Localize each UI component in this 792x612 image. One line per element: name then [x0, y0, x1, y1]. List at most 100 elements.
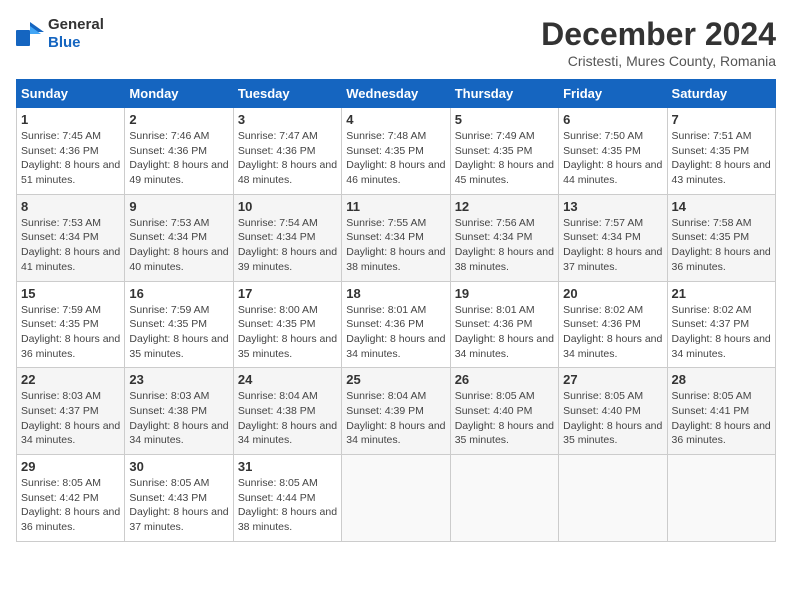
calendar-cell: 25 Sunrise: 8:04 AMSunset: 4:39 PMDaylig…: [342, 368, 450, 455]
calendar-cell: 22 Sunrise: 8:03 AMSunset: 4:37 PMDaylig…: [17, 368, 125, 455]
calendar-cell: 14 Sunrise: 7:58 AMSunset: 4:35 PMDaylig…: [667, 194, 775, 281]
calendar-cell: 28 Sunrise: 8:05 AMSunset: 4:41 PMDaylig…: [667, 368, 775, 455]
calendar-cell: 24 Sunrise: 8:04 AMSunset: 4:38 PMDaylig…: [233, 368, 341, 455]
calendar-cell: 1 Sunrise: 7:45 AMSunset: 4:36 PMDayligh…: [17, 108, 125, 195]
calendar-cell: 9 Sunrise: 7:53 AMSunset: 4:34 PMDayligh…: [125, 194, 233, 281]
col-friday: Friday: [559, 80, 667, 108]
cell-info: Sunrise: 7:53 AMSunset: 4:34 PMDaylight:…: [21, 216, 120, 275]
cell-info: Sunrise: 8:01 AMSunset: 4:36 PMDaylight:…: [346, 303, 445, 362]
cell-info: Sunrise: 8:02 AMSunset: 4:37 PMDaylight:…: [672, 303, 771, 362]
cell-info: Sunrise: 8:04 AMSunset: 4:38 PMDaylight:…: [238, 389, 337, 448]
calendar-cell: [667, 455, 775, 542]
calendar-cell: 31 Sunrise: 8:05 AMSunset: 4:44 PMDaylig…: [233, 455, 341, 542]
logo-general-text: General: [48, 16, 104, 33]
cell-info: Sunrise: 7:50 AMSunset: 4:35 PMDaylight:…: [563, 129, 662, 188]
cell-day-number: 21: [672, 286, 771, 301]
subtitle: Cristesti, Mures County, Romania: [541, 53, 776, 69]
calendar-cell: 2 Sunrise: 7:46 AMSunset: 4:36 PMDayligh…: [125, 108, 233, 195]
calendar-cell: 19 Sunrise: 8:01 AMSunset: 4:36 PMDaylig…: [450, 281, 558, 368]
calendar-cell: 16 Sunrise: 7:59 AMSunset: 4:35 PMDaylig…: [125, 281, 233, 368]
cell-info: Sunrise: 7:59 AMSunset: 4:35 PMDaylight:…: [129, 303, 228, 362]
calendar-cell: 26 Sunrise: 8:05 AMSunset: 4:40 PMDaylig…: [450, 368, 558, 455]
cell-day-number: 7: [672, 112, 771, 127]
cell-info: Sunrise: 7:45 AMSunset: 4:36 PMDaylight:…: [21, 129, 120, 188]
cell-day-number: 3: [238, 112, 337, 127]
col-sunday: Sunday: [17, 80, 125, 108]
col-monday: Monday: [125, 80, 233, 108]
calendar-week-row: 22 Sunrise: 8:03 AMSunset: 4:37 PMDaylig…: [17, 368, 776, 455]
cell-info: Sunrise: 7:55 AMSunset: 4:34 PMDaylight:…: [346, 216, 445, 275]
cell-info: Sunrise: 7:48 AMSunset: 4:35 PMDaylight:…: [346, 129, 445, 188]
calendar-cell: [450, 455, 558, 542]
calendar-cell: 15 Sunrise: 7:59 AMSunset: 4:35 PMDaylig…: [17, 281, 125, 368]
calendar-cell: [342, 455, 450, 542]
cell-day-number: 27: [563, 372, 662, 387]
calendar-week-row: 15 Sunrise: 7:59 AMSunset: 4:35 PMDaylig…: [17, 281, 776, 368]
cell-day-number: 11: [346, 199, 445, 214]
cell-day-number: 23: [129, 372, 228, 387]
cell-info: Sunrise: 7:46 AMSunset: 4:36 PMDaylight:…: [129, 129, 228, 188]
calendar-cell: 8 Sunrise: 7:53 AMSunset: 4:34 PMDayligh…: [17, 194, 125, 281]
cell-day-number: 29: [21, 459, 120, 474]
calendar-cell: 21 Sunrise: 8:02 AMSunset: 4:37 PMDaylig…: [667, 281, 775, 368]
calendar-cell: 30 Sunrise: 8:05 AMSunset: 4:43 PMDaylig…: [125, 455, 233, 542]
cell-info: Sunrise: 8:03 AMSunset: 4:38 PMDaylight:…: [129, 389, 228, 448]
cell-day-number: 22: [21, 372, 120, 387]
calendar-cell: 23 Sunrise: 8:03 AMSunset: 4:38 PMDaylig…: [125, 368, 233, 455]
col-wednesday: Wednesday: [342, 80, 450, 108]
calendar-header-row: Sunday Monday Tuesday Wednesday Thursday…: [17, 80, 776, 108]
cell-info: Sunrise: 8:01 AMSunset: 4:36 PMDaylight:…: [455, 303, 554, 362]
cell-day-number: 24: [238, 372, 337, 387]
cell-info: Sunrise: 7:47 AMSunset: 4:36 PMDaylight:…: [238, 129, 337, 188]
cell-day-number: 28: [672, 372, 771, 387]
cell-day-number: 5: [455, 112, 554, 127]
calendar-week-row: 8 Sunrise: 7:53 AMSunset: 4:34 PMDayligh…: [17, 194, 776, 281]
cell-info: Sunrise: 8:05 AMSunset: 4:40 PMDaylight:…: [563, 389, 662, 448]
cell-info: Sunrise: 8:00 AMSunset: 4:35 PMDaylight:…: [238, 303, 337, 362]
calendar-cell: [559, 455, 667, 542]
calendar-cell: 5 Sunrise: 7:49 AMSunset: 4:35 PMDayligh…: [450, 108, 558, 195]
cell-day-number: 20: [563, 286, 662, 301]
calendar-cell: 3 Sunrise: 7:47 AMSunset: 4:36 PMDayligh…: [233, 108, 341, 195]
cell-info: Sunrise: 8:05 AMSunset: 4:44 PMDaylight:…: [238, 476, 337, 535]
cell-day-number: 30: [129, 459, 228, 474]
cell-day-number: 10: [238, 199, 337, 214]
calendar-cell: 11 Sunrise: 7:55 AMSunset: 4:34 PMDaylig…: [342, 194, 450, 281]
cell-info: Sunrise: 7:57 AMSunset: 4:34 PMDaylight:…: [563, 216, 662, 275]
cell-info: Sunrise: 7:56 AMSunset: 4:34 PMDaylight:…: [455, 216, 554, 275]
cell-day-number: 31: [238, 459, 337, 474]
calendar-week-row: 1 Sunrise: 7:45 AMSunset: 4:36 PMDayligh…: [17, 108, 776, 195]
cell-info: Sunrise: 8:05 AMSunset: 4:40 PMDaylight:…: [455, 389, 554, 448]
cell-info: Sunrise: 8:03 AMSunset: 4:37 PMDaylight:…: [21, 389, 120, 448]
calendar-cell: 13 Sunrise: 7:57 AMSunset: 4:34 PMDaylig…: [559, 194, 667, 281]
cell-day-number: 1: [21, 112, 120, 127]
cell-day-number: 18: [346, 286, 445, 301]
col-tuesday: Tuesday: [233, 80, 341, 108]
col-saturday: Saturday: [667, 80, 775, 108]
calendar-table: Sunday Monday Tuesday Wednesday Thursday…: [16, 79, 776, 542]
cell-info: Sunrise: 8:05 AMSunset: 4:43 PMDaylight:…: [129, 476, 228, 535]
page-header: General Blue December 2024 Cristesti, Mu…: [16, 16, 776, 69]
cell-info: Sunrise: 7:51 AMSunset: 4:35 PMDaylight:…: [672, 129, 771, 188]
cell-info: Sunrise: 8:02 AMSunset: 4:36 PMDaylight:…: [563, 303, 662, 362]
cell-day-number: 15: [21, 286, 120, 301]
cell-day-number: 2: [129, 112, 228, 127]
cell-day-number: 8: [21, 199, 120, 214]
cell-day-number: 17: [238, 286, 337, 301]
cell-day-number: 19: [455, 286, 554, 301]
title-area: December 2024 Cristesti, Mures County, R…: [541, 16, 776, 69]
cell-info: Sunrise: 7:54 AMSunset: 4:34 PMDaylight:…: [238, 216, 337, 275]
cell-day-number: 12: [455, 199, 554, 214]
calendar-cell: 4 Sunrise: 7:48 AMSunset: 4:35 PMDayligh…: [342, 108, 450, 195]
cell-day-number: 9: [129, 199, 228, 214]
cell-day-number: 4: [346, 112, 445, 127]
calendar-week-row: 29 Sunrise: 8:05 AMSunset: 4:42 PMDaylig…: [17, 455, 776, 542]
cell-info: Sunrise: 8:05 AMSunset: 4:41 PMDaylight:…: [672, 389, 771, 448]
calendar-cell: 27 Sunrise: 8:05 AMSunset: 4:40 PMDaylig…: [559, 368, 667, 455]
logo: General Blue: [16, 16, 104, 52]
cell-info: Sunrise: 8:04 AMSunset: 4:39 PMDaylight:…: [346, 389, 445, 448]
logo-blue-text: Blue: [48, 34, 81, 51]
calendar-cell: 7 Sunrise: 7:51 AMSunset: 4:35 PMDayligh…: [667, 108, 775, 195]
calendar-cell: 20 Sunrise: 8:02 AMSunset: 4:36 PMDaylig…: [559, 281, 667, 368]
cell-info: Sunrise: 7:59 AMSunset: 4:35 PMDaylight:…: [21, 303, 120, 362]
